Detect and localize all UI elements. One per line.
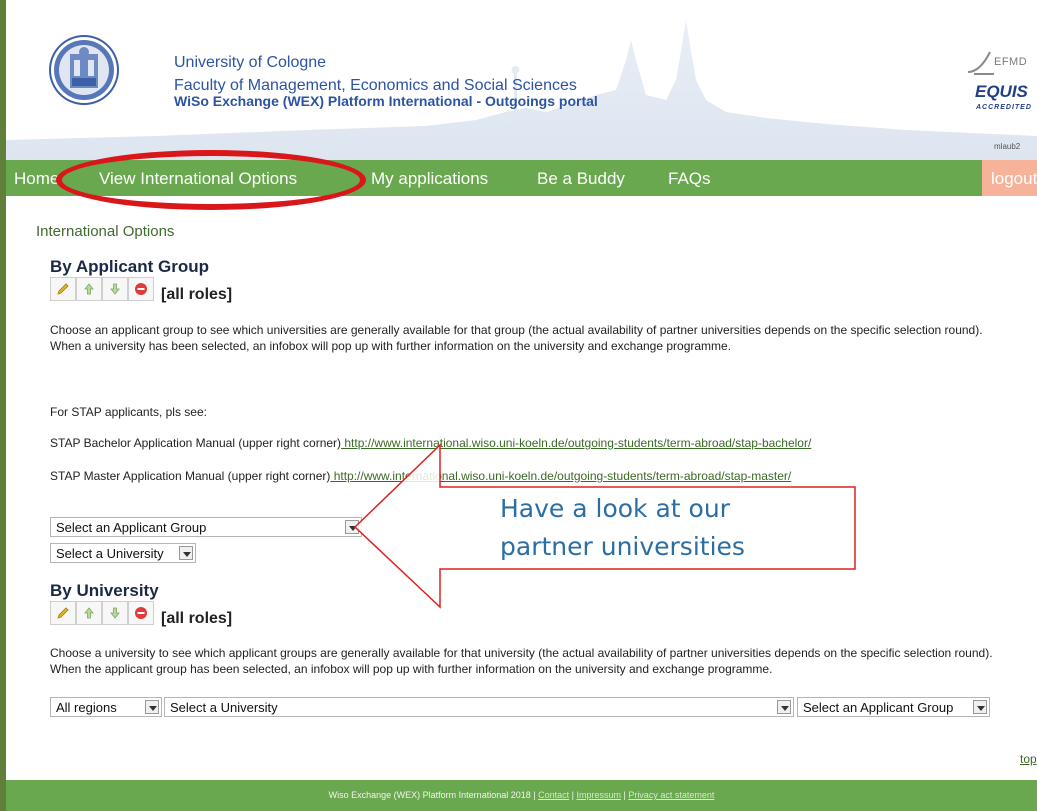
move-up-icon[interactable] (76, 601, 102, 625)
equis-text: EQUIS (975, 82, 1028, 101)
applicant-group-select-by-university[interactable]: Select an Applicant Group (797, 697, 990, 717)
footer-line: Wiso Exchange (WEX) Platform Internation… (6, 790, 1037, 800)
edit-pencil-icon[interactable] (50, 277, 76, 301)
edit-pencil-icon[interactable] (50, 601, 76, 625)
footer-contact-link[interactable]: Contact (538, 790, 569, 800)
section-title-by-applicant-group: By Applicant Group (50, 257, 209, 276)
section2-toolbar (50, 601, 154, 625)
delete-icon[interactable] (128, 277, 154, 301)
footer-copyright: Wiso Exchange (WEX) Platform Internation… (328, 790, 539, 800)
university-seal-logo (49, 35, 119, 105)
region-select[interactable]: All regions (50, 697, 162, 717)
section2-description: Choose a university to see which applica… (50, 646, 993, 676)
logged-in-user: mlaub2 (994, 142, 1021, 151)
efmd-swoosh-icon (967, 51, 994, 75)
stap-master-label: STAP Master Application Manual (upper ri… (50, 469, 331, 483)
region-select-value: All regions (56, 700, 117, 715)
section-title-by-university: By University (50, 581, 159, 600)
section1-toolbar (50, 277, 154, 301)
footer-privacy-link[interactable]: Privacy act statement (628, 790, 714, 800)
dropdown-arrow-icon[interactable] (777, 700, 791, 714)
university-name: University of Cologne (174, 54, 327, 71)
callout-text-line1: Have a look at our (500, 494, 730, 523)
university-select[interactable]: Select a University (50, 543, 196, 563)
section2-roles: [all roles] (161, 610, 233, 627)
move-down-icon[interactable] (102, 277, 128, 301)
footer-impressum-link[interactable]: Impressum (576, 790, 621, 800)
nav-home[interactable]: Home (14, 169, 59, 189)
logout-button[interactable]: logout (982, 160, 1037, 196)
dropdown-arrow-icon[interactable] (973, 700, 987, 714)
equis-accreditation-logo: EFMD EQUIS ACCREDITED (964, 48, 1037, 118)
dropdown-arrow-icon[interactable] (345, 520, 359, 534)
stap-master-link[interactable]: http://www.international.wiso.uni-koeln.… (330, 469, 792, 483)
section1-description: Choose an applicant group to see which u… (50, 323, 983, 353)
stap-bachelor-line: STAP Bachelor Application Manual (upper … (50, 436, 811, 450)
section1-roles: [all roles] (161, 286, 233, 303)
back-to-top-link[interactable]: top (1020, 752, 1037, 766)
highlight-ellipse-annotation (56, 150, 366, 210)
university-select-by-region-value: Select a University (170, 700, 278, 715)
delete-icon[interactable] (128, 601, 154, 625)
stap-bachelor-label: STAP Bachelor Application Manual (upper … (50, 436, 342, 450)
portal-name: WiSo Exchange (WEX) Platform Internation… (174, 93, 598, 109)
applicant-group-select-value: Select an Applicant Group (56, 520, 207, 535)
move-down-icon[interactable] (102, 601, 128, 625)
site-footer: Wiso Exchange (WEX) Platform Internation… (6, 780, 1037, 811)
stap-intro: For STAP applicants, pls see: (50, 405, 207, 419)
university-select-value: Select a University (56, 546, 164, 561)
nav-be-a-buddy[interactable]: Be a Buddy (537, 169, 625, 189)
stap-master-line: STAP Master Application Manual (upper ri… (50, 469, 791, 483)
nav-my-applications[interactable]: My applications (371, 169, 488, 189)
callout-text-line2: partner universities (500, 532, 745, 561)
efmd-text: EFMD (994, 56, 1028, 68)
dropdown-arrow-icon[interactable] (179, 546, 193, 560)
nav-faqs[interactable]: FAQs (668, 169, 711, 189)
move-up-icon[interactable] (76, 277, 102, 301)
applicant-group-select[interactable]: Select an Applicant Group (50, 517, 362, 537)
page-title: International Options (36, 223, 175, 240)
applicant-group-select-by-university-value: Select an Applicant Group (803, 700, 954, 715)
university-select-by-region[interactable]: Select a University (164, 697, 794, 717)
site-header: University of Cologne Faculty of Managem… (6, 0, 1037, 160)
dropdown-arrow-icon[interactable] (145, 700, 159, 714)
stap-bachelor-link[interactable]: http://www.international.wiso.uni-koeln.… (341, 436, 811, 450)
accredited-text: ACCREDITED (976, 104, 1032, 111)
